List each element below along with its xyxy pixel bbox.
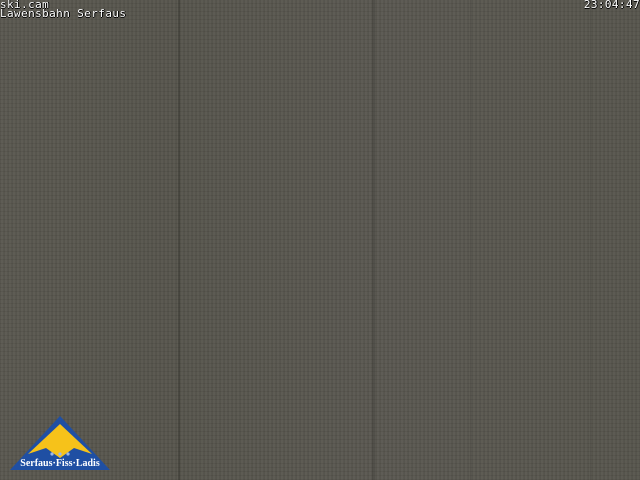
sensor-streak: [178, 0, 180, 480]
webcam-frame: ski.cam Lawensbahn Serfaus 23:04:47 Serf…: [0, 0, 640, 480]
logo-wordmark: Serfaus·Fiss·Ladis: [20, 458, 100, 469]
camera-location-label: Lawensbahn Serfaus: [0, 7, 127, 20]
sensor-streak: [470, 0, 471, 480]
serfaus-fiss-ladis-logo: Serfaus·Fiss·Ladis: [10, 416, 110, 470]
sensor-streak: [590, 0, 591, 480]
sensor-streak: [372, 0, 375, 480]
camera-timestamp: 23:04:47: [583, 0, 640, 11]
